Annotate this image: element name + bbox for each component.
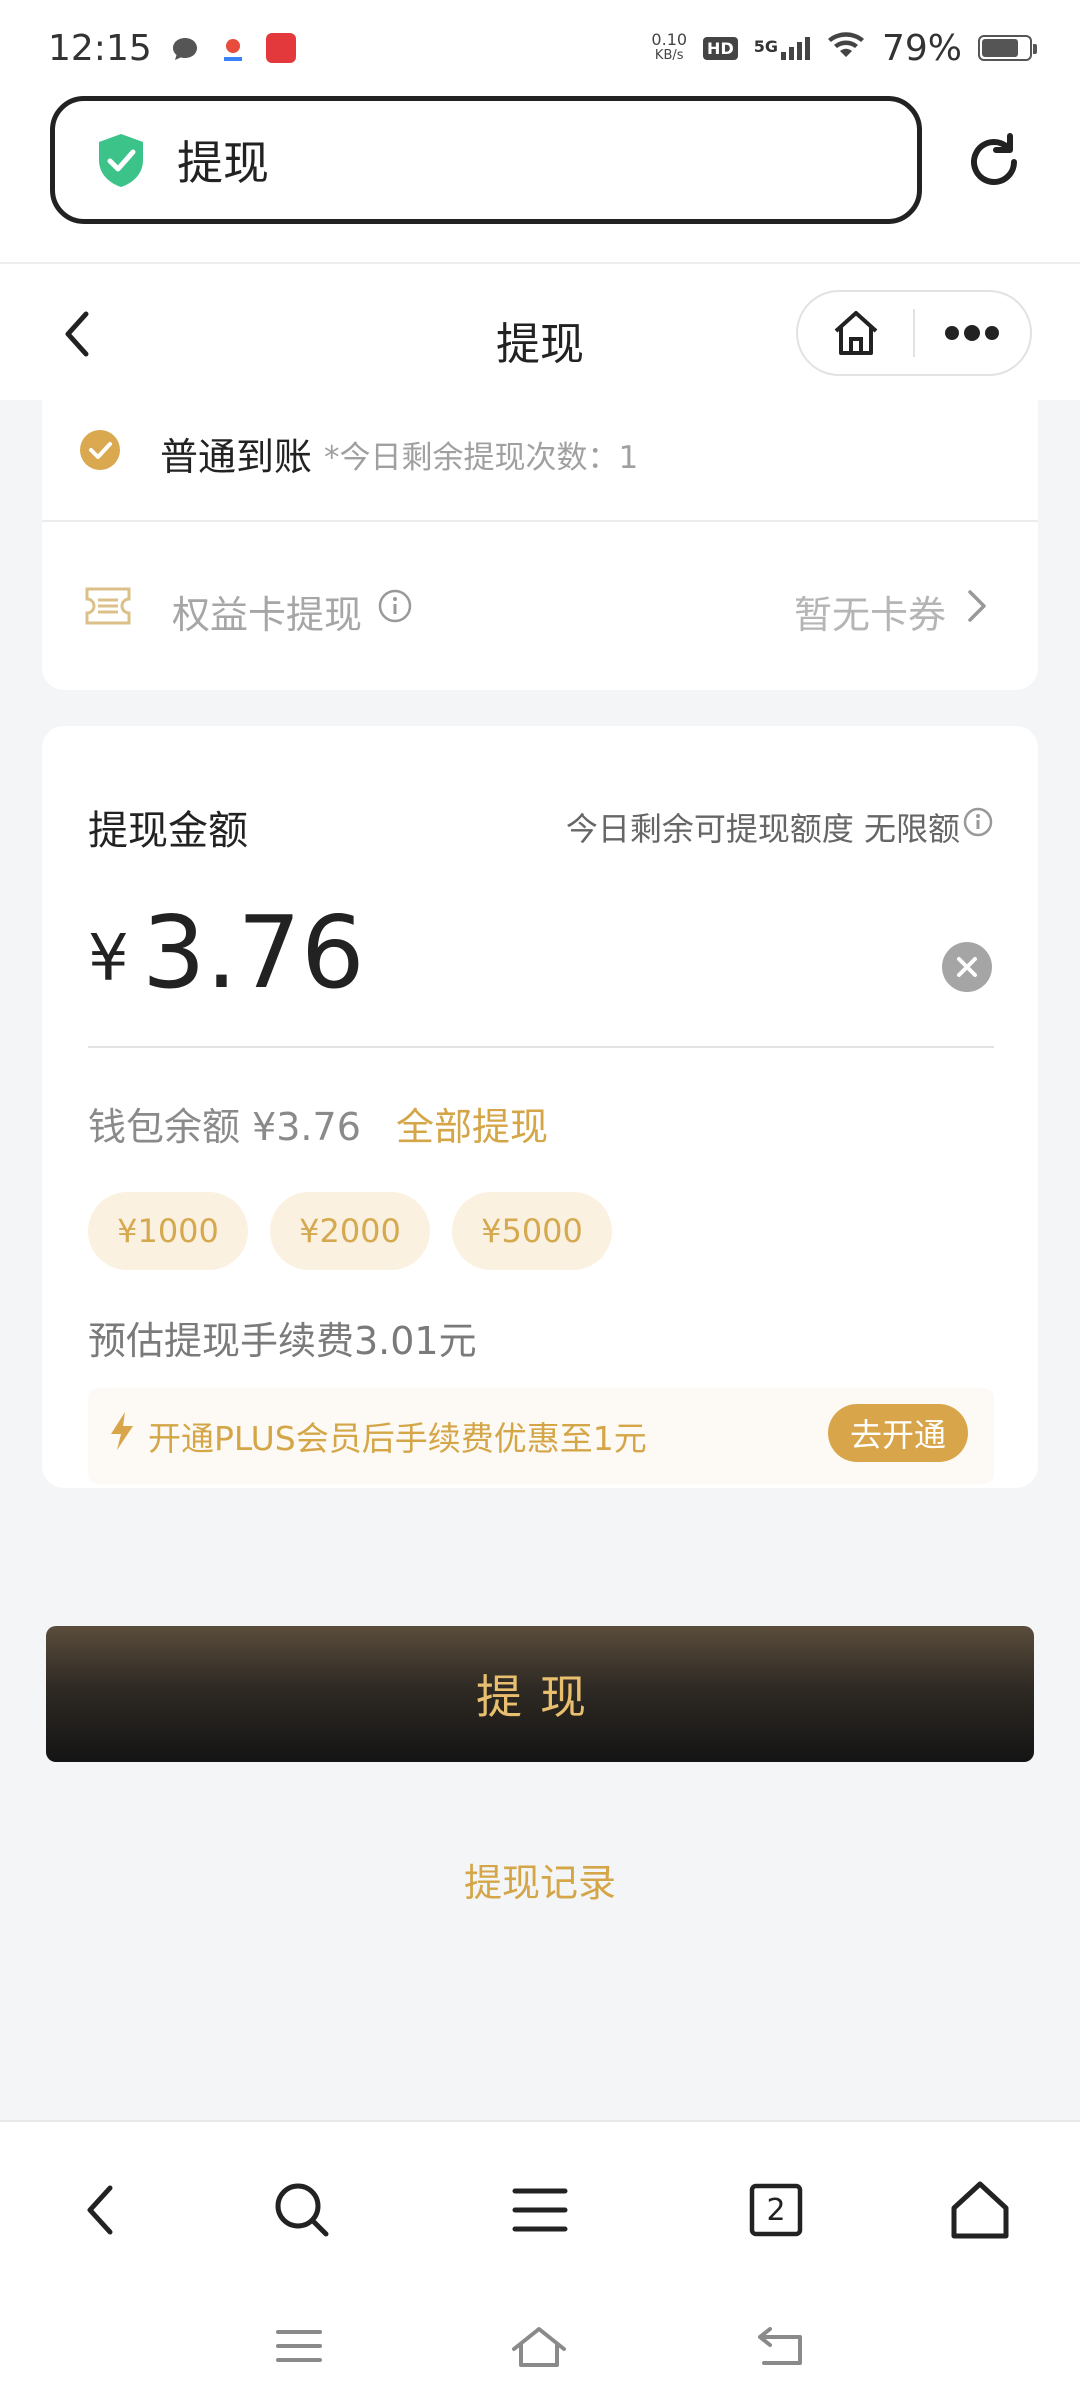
menu-icon xyxy=(276,2330,322,2362)
browser-tabs-button[interactable]: 2 xyxy=(736,2170,816,2250)
search-icon xyxy=(275,2183,329,2237)
quick-amount-chips: ¥1000 ¥2000 ¥5000 xyxy=(88,1192,612,1270)
browser-back-button[interactable] xyxy=(60,2170,140,2250)
wallet-balance: 钱包余额 ¥3.76 xyxy=(88,1105,361,1149)
currency-symbol: ¥ xyxy=(88,922,129,996)
more-dots-icon xyxy=(945,325,1000,341)
capsule-menu xyxy=(796,290,1032,376)
system-home-button[interactable] xyxy=(504,2316,574,2376)
promo-text: 开通PLUS会员后手续费优惠至1元 xyxy=(148,1419,647,1458)
amount-underline xyxy=(88,1046,994,1048)
back-arrow-icon xyxy=(758,2327,802,2365)
shield-check-icon xyxy=(95,132,147,188)
page-header: 提现 xyxy=(0,262,1080,400)
shopping-app-notification-icon xyxy=(265,33,296,63)
limit-info-icon[interactable] xyxy=(962,806,994,838)
chevron-left-icon xyxy=(87,2185,113,2235)
map-app-notification-icon xyxy=(218,33,248,63)
quick-amount-chip[interactable]: ¥5000 xyxy=(452,1192,612,1270)
arrival-option-normal[interactable]: 普通到账 *今日剩余提现次数：1 xyxy=(42,400,1038,522)
wifi-icon xyxy=(826,28,866,69)
arrival-remaining-note: *今日剩余提现次数：1 xyxy=(324,440,639,476)
estimated-fee: 预估提现手续费3.01元 xyxy=(88,1319,477,1363)
reload-icon xyxy=(971,133,1017,185)
withdraw-button[interactable]: 提现 xyxy=(46,1626,1034,1762)
address-title: 提现 xyxy=(177,136,269,190)
browser-bar: 提现 xyxy=(0,96,1080,262)
network-speed: 0.10 KB/s xyxy=(651,30,688,64)
signal-icon: 5G xyxy=(754,36,810,60)
home-icon xyxy=(512,2327,566,2367)
close-icon xyxy=(957,957,977,977)
withdraw-all-link[interactable]: 全部提现 xyxy=(396,1096,548,1151)
amount-card: 提现金额 今日剩余可提现额度 无限额 ¥ 3.76 钱包余额 ¥3.76 全部提… xyxy=(42,726,1038,1488)
info-icon[interactable] xyxy=(377,588,413,624)
amount-title: 提现金额 xyxy=(88,808,248,854)
amount-input[interactable]: 3.76 xyxy=(142,894,365,1011)
address-bar[interactable]: 提现 xyxy=(50,96,922,224)
browser-menu-button[interactable] xyxy=(500,2170,580,2250)
battery-percentage: 79% xyxy=(881,27,962,69)
daily-limit-text: 今日剩余可提现额度 无限额 xyxy=(565,810,960,848)
battery-icon xyxy=(978,35,1037,61)
browser-search-button[interactable] xyxy=(262,2170,342,2250)
clear-amount-button[interactable] xyxy=(942,942,992,992)
home-icon xyxy=(834,311,877,355)
reload-button[interactable] xyxy=(962,130,1026,194)
voucher-label: 权益卡提现 xyxy=(172,593,363,637)
status-bar: 12:15 0.10 KB/s HD 5G 79% xyxy=(0,0,1080,96)
browser-home-button[interactable] xyxy=(940,2170,1020,2250)
more-button[interactable] xyxy=(915,292,1030,374)
menu-icon xyxy=(512,2188,568,2232)
hd-voice-badge: HD xyxy=(703,36,738,60)
browser-toolbar: 2 xyxy=(0,2120,1080,2400)
home-button[interactable] xyxy=(798,292,913,374)
quick-amount-chip[interactable]: ¥1000 xyxy=(88,1192,248,1270)
message-notification-icon xyxy=(170,33,200,63)
voucher-status: 暂无卡券 xyxy=(793,593,946,637)
arrival-label: 普通到账 xyxy=(160,435,313,479)
arrival-card: 普通到账 *今日剩余提现次数：1 权益卡提现 暂无卡券 xyxy=(42,400,1038,690)
tab-count: 2 xyxy=(766,2192,786,2228)
ticket-icon xyxy=(84,586,132,626)
plus-promo-bar: 开通PLUS会员后手续费优惠至1元 去开通 xyxy=(88,1388,994,1484)
quick-amount-chip[interactable]: ¥2000 xyxy=(270,1192,430,1270)
open-plus-button[interactable]: 去开通 xyxy=(828,1404,968,1462)
status-time: 12:15 xyxy=(48,27,152,69)
voucher-withdraw-row[interactable]: 权益卡提现 暂无卡券 xyxy=(42,524,1038,690)
system-recents-button[interactable] xyxy=(264,2316,334,2376)
check-icon xyxy=(80,430,120,470)
system-back-button[interactable] xyxy=(746,2316,816,2376)
home-icon xyxy=(951,2181,1009,2239)
lightning-icon xyxy=(108,1410,136,1452)
withdraw-history-link[interactable]: 提现记录 xyxy=(0,1852,1080,1907)
chevron-right-icon xyxy=(966,588,988,624)
